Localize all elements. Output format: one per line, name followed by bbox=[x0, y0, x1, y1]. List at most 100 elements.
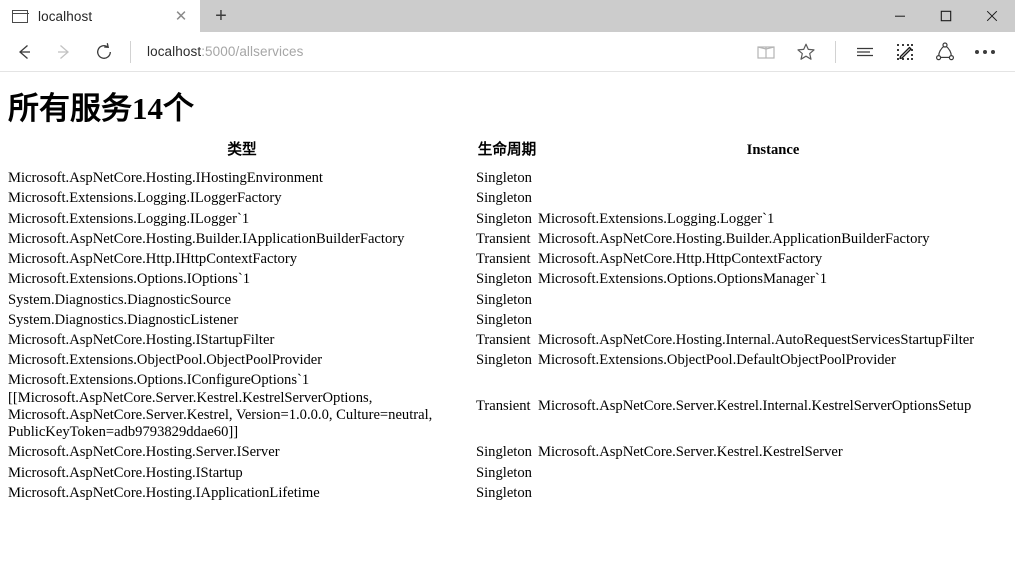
table-row: Microsoft.AspNetCore.Hosting.IStartup Sin… bbox=[8, 463, 1008, 483]
cell-type: Microsoft.AspNetCore.Hosting.IHostingEnv… bbox=[8, 170, 323, 187]
ellipsis-icon bbox=[975, 49, 995, 54]
table-row: Microsoft.AspNetCore.Hosting.Server.ISer… bbox=[8, 443, 1008, 463]
table-row: Microsoft.Extensions.ObjectPool.ObjectPo… bbox=[8, 351, 1008, 371]
page-content: 所有服务14个 类型 生命周期 Instance Microsoft.AspNe… bbox=[0, 72, 1015, 579]
maximize-button[interactable] bbox=[923, 0, 969, 32]
cell-type: Microsoft.AspNetCore.Http.IHttpContextFa… bbox=[8, 251, 297, 268]
new-tab-button[interactable]: + bbox=[200, 0, 242, 32]
table-row: Microsoft.AspNetCore.Hosting.Builder.IAp… bbox=[8, 229, 1008, 249]
cell-instance bbox=[538, 483, 1008, 503]
cell-instance: Microsoft.AspNetCore.Server.Kestrel.Inte… bbox=[538, 398, 972, 415]
column-header-instance: Instance bbox=[746, 142, 800, 159]
cell-type: Microsoft.Extensions.Logging.ILoggerFact… bbox=[8, 190, 282, 207]
cell-instance bbox=[538, 463, 1008, 483]
cell-type: Microsoft.AspNetCore.Hosting.IApplicatio… bbox=[8, 484, 320, 501]
cell-lifetime: Singleton bbox=[476, 311, 532, 328]
cell-lifetime: Singleton bbox=[476, 352, 532, 369]
hub-button[interactable] bbox=[845, 34, 885, 70]
table-header: 类型 生命周期 Instance bbox=[8, 142, 1008, 169]
cell-type: Microsoft.AspNetCore.Hosting.Server.ISer… bbox=[8, 444, 280, 461]
cell-instance bbox=[538, 290, 1008, 310]
navigation-bar: localhost:5000/allservices bbox=[0, 32, 1015, 72]
window-controls bbox=[877, 0, 1015, 32]
table-body: Microsoft.AspNetCore.Hosting.IHostingEnv… bbox=[8, 169, 1008, 504]
cell-type: Microsoft.AspNetCore.Hosting.IStartup bbox=[8, 464, 243, 481]
table-row: Microsoft.AspNetCore.Http.IHttpContextFa… bbox=[8, 250, 1008, 270]
cell-lifetime: Singleton bbox=[476, 210, 532, 227]
cell-lifetime: Singleton bbox=[476, 291, 532, 308]
cell-lifetime: Transient bbox=[476, 230, 531, 247]
cell-type: Microsoft.Extensions.Options.IOptions`1 bbox=[8, 271, 251, 288]
cell-type: Microsoft.Extensions.Options.IConfigureO… bbox=[8, 372, 433, 441]
cell-instance: Microsoft.AspNetCore.Hosting.Builder.App… bbox=[538, 230, 930, 247]
cell-instance: Microsoft.Extensions.ObjectPool.DefaultO… bbox=[538, 352, 896, 369]
star-icon bbox=[797, 43, 815, 60]
close-window-button[interactable] bbox=[969, 0, 1015, 32]
cell-instance: Microsoft.AspNetCore.Server.Kestrel.Kest… bbox=[538, 444, 843, 461]
cell-instance: Microsoft.Extensions.Logging.Logger`1 bbox=[538, 210, 775, 227]
forward-button[interactable] bbox=[44, 34, 84, 70]
arrow-right-icon bbox=[58, 44, 69, 59]
more-button[interactable] bbox=[965, 34, 1005, 70]
nav-separator bbox=[130, 40, 131, 63]
tab-localhost[interactable]: localhost ✕ bbox=[0, 0, 200, 32]
cell-lifetime: Transient bbox=[476, 398, 531, 415]
tab-title: localhost bbox=[38, 8, 93, 24]
cell-instance: Microsoft.AspNetCore.Hosting.Internal.Au… bbox=[538, 331, 975, 348]
cell-lifetime: Singleton bbox=[476, 464, 532, 481]
refresh-button[interactable] bbox=[84, 34, 124, 70]
table-row: Microsoft.Extensions.Logging.ILogger`1 Si… bbox=[8, 209, 1008, 229]
cell-type: Microsoft.AspNetCore.Hosting.Builder.IAp… bbox=[8, 230, 405, 247]
url-host: localhost bbox=[147, 44, 202, 59]
reading-view-button[interactable] bbox=[746, 34, 786, 70]
cell-instance bbox=[538, 310, 1008, 330]
cell-type: Microsoft.Extensions.ObjectPool.ObjectPo… bbox=[8, 352, 323, 369]
cell-lifetime: Singleton bbox=[476, 190, 532, 207]
table-row: Microsoft.AspNetCore.Hosting.IApplicatio… bbox=[8, 483, 1008, 503]
table-row: Microsoft.AspNetCore.Hosting.IHostingEnv… bbox=[8, 169, 1008, 189]
toolbar-icons bbox=[746, 34, 1005, 70]
tab-strip: localhost ✕ + bbox=[0, 0, 1015, 32]
cell-instance: Microsoft.AspNetCore.Http.HttpContextFac… bbox=[538, 251, 823, 268]
hub-lines-icon bbox=[857, 47, 873, 56]
cell-lifetime: Transient bbox=[476, 331, 531, 348]
cell-lifetime: Singleton bbox=[476, 170, 532, 187]
table-row: System.Diagnostics.DiagnosticSource Singl… bbox=[8, 290, 1008, 310]
table-row: Microsoft.Extensions.Options.IOptions`1 S… bbox=[8, 270, 1008, 290]
cell-type: System.Diagnostics.DiagnosticSource bbox=[8, 291, 231, 308]
minimize-button[interactable] bbox=[877, 0, 923, 32]
cell-type: Microsoft.AspNetCore.Hosting.IStartupFil… bbox=[8, 331, 275, 348]
book-icon bbox=[757, 45, 775, 59]
page-icon bbox=[11, 9, 29, 23]
table-row: Microsoft.AspNetCore.Hosting.IStartupFil… bbox=[8, 330, 1008, 350]
favorites-button[interactable] bbox=[786, 34, 826, 70]
cell-lifetime: Singleton bbox=[476, 271, 532, 288]
back-button[interactable] bbox=[4, 34, 44, 70]
close-tab-icon[interactable]: ✕ bbox=[170, 5, 192, 27]
address-bar[interactable]: localhost:5000/allservices bbox=[139, 34, 746, 70]
table-row: System.Diagnostics.DiagnosticListener Sin… bbox=[8, 310, 1008, 330]
column-header-type: 类型 bbox=[227, 142, 257, 159]
cell-instance: Microsoft.Extensions.Options.OptionsMana… bbox=[538, 271, 828, 288]
cell-instance bbox=[538, 169, 1008, 189]
cell-lifetime: Singleton bbox=[476, 444, 532, 461]
arrow-left-icon bbox=[19, 44, 30, 59]
pen-icon bbox=[897, 43, 913, 60]
table-row: Microsoft.Extensions.Logging.ILoggerFact… bbox=[8, 189, 1008, 209]
table-row: Microsoft.Extensions.Options.IConfigureO… bbox=[8, 371, 1008, 443]
url-path: :5000/allservices bbox=[201, 44, 304, 59]
web-note-button[interactable] bbox=[885, 34, 925, 70]
cell-lifetime: Singleton bbox=[476, 484, 532, 501]
share-button[interactable] bbox=[925, 34, 965, 70]
share-icon bbox=[935, 41, 954, 60]
column-header-lifetime: 生命周期 bbox=[477, 142, 537, 159]
refresh-icon bbox=[97, 42, 111, 59]
header-row: 类型 生命周期 Instance bbox=[8, 142, 1008, 169]
cell-type: Microsoft.Extensions.Logging.ILogger`1 bbox=[8, 210, 250, 227]
page-title: 所有服务14个 bbox=[8, 91, 194, 126]
cell-instance bbox=[538, 189, 1008, 209]
services-table: 类型 生命周期 Instance Microsoft.AspNetCore.Ho… bbox=[8, 142, 1008, 503]
browser-window: localhost ✕ + localhost:5000/allservice… bbox=[0, 0, 1015, 579]
toolbar-separator bbox=[835, 40, 836, 63]
cell-lifetime: Transient bbox=[476, 251, 531, 268]
